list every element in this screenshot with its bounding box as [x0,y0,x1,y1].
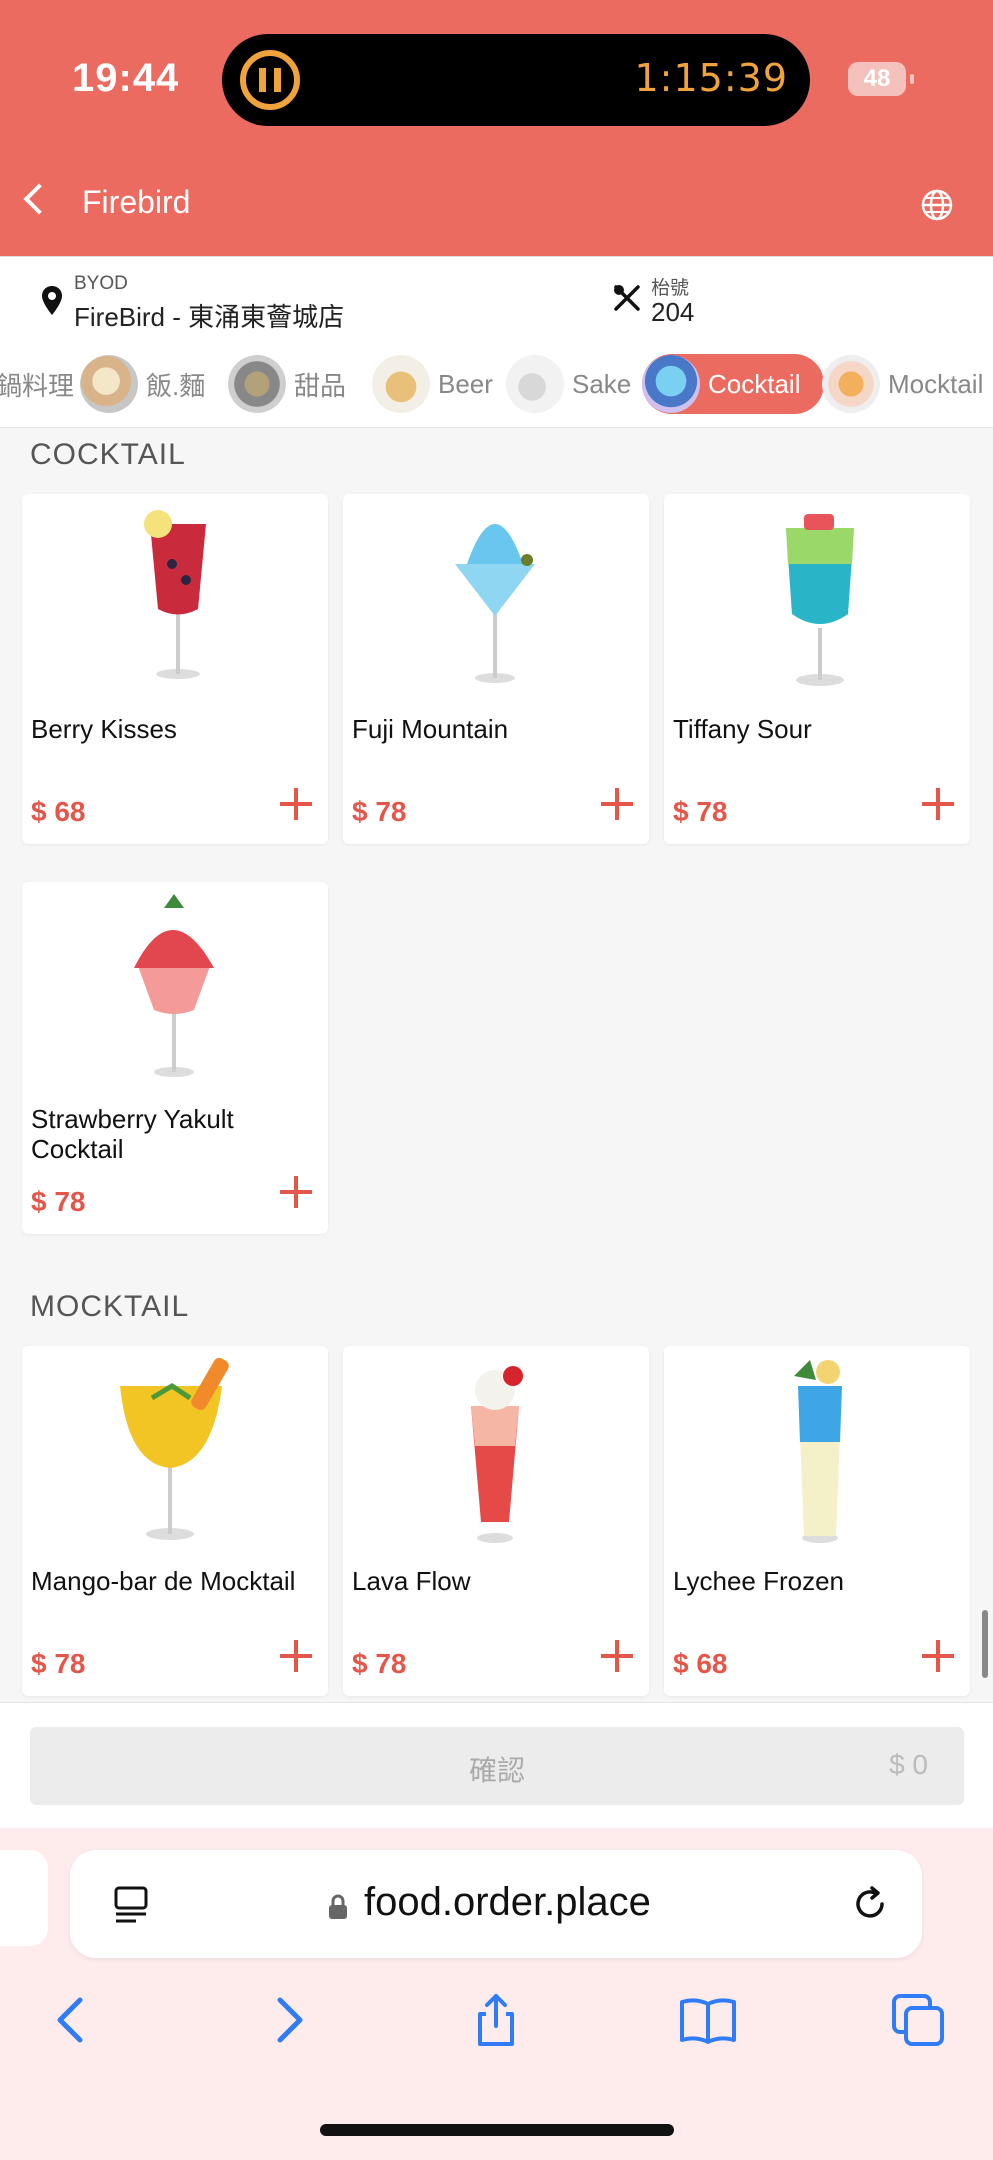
mode-label: BYOD [74,273,128,294]
home-indicator[interactable] [320,2124,674,2136]
add-item-button[interactable] [922,1640,954,1672]
category-label: 鍋料理 [0,370,75,401]
category-thumbnail [80,355,138,413]
drink-image [134,894,214,1077]
tab-category-1[interactable]: 飯.麵 [80,354,205,414]
status-time: 19:44 [72,56,180,100]
order-total: $ 0 [889,1749,928,1780]
category-label: Cocktail [708,368,801,399]
drink-image [786,514,854,686]
address-bar[interactable]: food.order.place [70,1850,922,1958]
section-title-mocktail: MOCKTAIL [30,1290,190,1323]
timer-readout: 1:15:39 [634,56,788,100]
add-item-button[interactable] [280,1640,312,1672]
lock-icon [329,1894,347,1919]
item-name: Lava Flow [352,1566,471,1596]
add-item-button[interactable] [922,788,954,820]
add-item-button[interactable] [280,788,312,820]
reload-icon[interactable] [848,1882,892,1926]
category-label: Sake [572,368,632,399]
app-header: 19:44 1:15:39 48 Firebird [0,0,993,256]
table-label: 枱號 [651,278,690,299]
drink-image [455,524,535,683]
share-icon[interactable] [466,1990,526,2050]
drink-image [794,1360,842,1543]
store-name: FireBird - 東涌東薈城店 [74,302,345,332]
category-label: 飯.麵 [146,370,206,401]
category-label: Beer [438,368,493,399]
menu-item-card[interactable]: Lychee Frozen $ 68 [664,1346,970,1696]
category-tabs[interactable]: 鍋料理 飯.麵 甜品 Beer Sake Cocktail Mocktail [0,340,993,428]
category-thumbnail [642,355,700,413]
item-name: Tiffany Sour [673,714,812,744]
confirm-button[interactable]: 確認 $ 0 [30,1727,964,1805]
section-title-cocktail: COCKTAIL [30,438,186,471]
menu-item-card[interactable]: Berry Kisses $ 68 [22,494,328,844]
tab-category-4[interactable]: Sake [506,354,631,414]
forward-icon[interactable] [258,1990,318,2050]
item-name: Strawberry Yakult Cocktail [31,1104,234,1164]
category-label: 甜品 [294,370,347,401]
page-title: Firebird [82,184,191,220]
tab-category-0[interactable]: 鍋料理 [0,354,74,414]
tab-category-6[interactable]: Mocktail [822,354,983,414]
menu-item-card[interactable]: Fuji Mountain $ 78 [343,494,649,844]
category-thumbnail [822,355,880,413]
menu-item-card[interactable]: Lava Flow $ 78 [343,1346,649,1696]
item-name: Berry Kisses [31,714,177,744]
dynamic-island[interactable]: 1:15:39 [222,34,810,126]
item-price: $ 78 [673,796,728,827]
add-item-button[interactable] [601,788,633,820]
pause-icon[interactable] [240,50,300,110]
table-number: 204 [651,297,695,327]
url-text: food.order.place [364,1880,651,1924]
category-label: Mocktail [888,368,984,399]
add-item-button[interactable] [280,1176,312,1208]
back-icon[interactable] [42,1990,102,2050]
scrollbar[interactable] [982,1610,988,1678]
item-price: $ 78 [31,1648,86,1679]
drink-image [144,510,206,679]
category-thumbnail [372,355,430,413]
item-price: $ 78 [31,1186,86,1217]
category-thumbnail [228,355,286,413]
browser-toolbar: food.order.place [0,1828,993,2160]
item-price: $ 78 [352,796,407,827]
menu-item-card[interactable]: Tiffany Sour $ 78 [664,494,970,844]
back-arrow-icon[interactable] [23,183,55,215]
tab-category-3[interactable]: Beer [372,354,493,414]
category-thumbnail [506,355,564,413]
menu-item-card[interactable]: Strawberry Yakult Cocktail $ 78 [22,882,328,1234]
drink-image [471,1366,523,1543]
globe-icon[interactable] [920,188,954,222]
store-info-bar: BYOD FireBird - 東涌東薈城店 枱號 204 [0,256,993,340]
item-name: Fuji Mountain [352,714,509,744]
confirm-label: 確認 [468,1755,525,1786]
item-name: Lychee Frozen [673,1566,845,1596]
add-item-button[interactable] [601,1640,633,1672]
utensils-icon [614,285,640,311]
tabs-icon[interactable] [888,1990,948,2050]
item-price: $ 68 [31,796,86,827]
item-price: $ 68 [673,1648,728,1679]
previous-tab-preview[interactable] [0,1850,48,1946]
tab-category-5[interactable]: Cocktail [642,354,825,414]
reader-mode-icon[interactable] [112,1884,152,1924]
item-price: $ 78 [352,1648,407,1679]
tab-category-2[interactable]: 甜品 [228,354,346,414]
bookmarks-icon[interactable] [678,1990,738,2050]
menu-item-card[interactable]: Mango-bar de Mocktail $ 78 [22,1346,328,1696]
item-name: Mango-bar de Mocktail [31,1566,296,1596]
location-pin-icon [42,286,62,315]
drink-image [120,1357,229,1540]
order-footer: 確認 $ 0 [0,1702,993,1828]
battery-indicator: 48 [848,62,914,96]
